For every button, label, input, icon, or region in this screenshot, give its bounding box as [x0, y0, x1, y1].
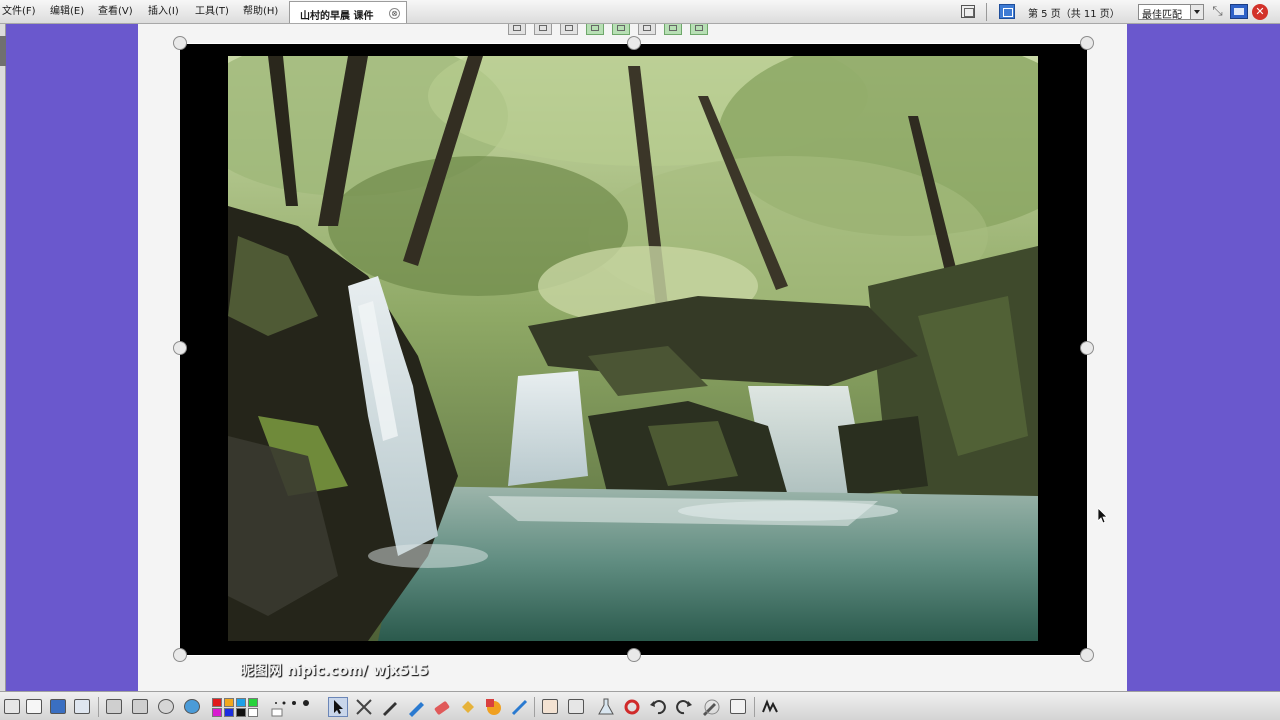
close-tab-icon[interactable]: ⊗: [389, 8, 400, 19]
layer-object-icon[interactable]: [638, 24, 656, 35]
flask-icon[interactable]: [596, 697, 616, 717]
page-thumbnails-icon[interactable]: [999, 4, 1015, 19]
mouse-cursor-icon: [1098, 508, 1108, 524]
record-icon[interactable]: [156, 697, 176, 717]
fullscreen-icon[interactable]: ⤡: [1210, 5, 1225, 19]
browser-icon[interactable]: [182, 697, 202, 717]
screen-capture-icon[interactable]: [540, 697, 560, 717]
color-black[interactable]: [236, 708, 246, 717]
next-page-icon[interactable]: [130, 697, 150, 717]
shapes-icon[interactable]: [484, 697, 504, 717]
resize-handle-top[interactable]: [627, 36, 641, 50]
line-width-icon[interactable]: [270, 697, 322, 717]
resize-handle-bottom-right[interactable]: [1080, 648, 1094, 662]
menu-bar: 文件(F) 编辑(E) 查看(V) 插入(I) 工具(T) 帮助(H) 山村的早…: [0, 0, 1280, 24]
keyboard-icon[interactable]: [728, 697, 748, 717]
tools-icon[interactable]: [72, 697, 92, 717]
menu-insert[interactable]: 插入(I): [148, 5, 179, 19]
resize-handle-left[interactable]: [173, 341, 187, 355]
toolbar-separator: [986, 3, 987, 21]
view-mode-icon[interactable]: [961, 5, 975, 18]
bottom-toolbar: [0, 691, 1280, 720]
shape-recognition-icon[interactable]: [354, 697, 374, 717]
menu-tools[interactable]: 工具(T): [195, 5, 229, 19]
toolbar-separator: [754, 697, 755, 717]
color-dark-blue[interactable]: [224, 708, 234, 717]
color-red[interactable]: [212, 698, 222, 707]
photo-watermark: 昵图网 nipic.com/ wjx515: [240, 663, 429, 679]
menu-help[interactable]: 帮助(H): [243, 5, 278, 19]
resize-handle-bottom[interactable]: [627, 648, 641, 662]
color-blue[interactable]: [236, 698, 246, 707]
notes-icon[interactable]: [24, 697, 44, 717]
gallery-icon[interactable]: [48, 697, 68, 717]
recorder-icon[interactable]: [566, 697, 586, 717]
highlighter-icon[interactable]: [406, 697, 426, 717]
previous-page-icon[interactable]: [104, 697, 124, 717]
toolbar-separator: [98, 697, 99, 717]
select-cursor-icon[interactable]: [328, 697, 348, 717]
resize-handle-top-right[interactable]: [1080, 36, 1094, 50]
object-toolbar: [508, 24, 708, 36]
document-tab[interactable]: 山村的早晨 课件 ⊗: [289, 1, 407, 23]
flip-object-icon[interactable]: [612, 24, 630, 35]
toolbar-separator: [534, 697, 535, 717]
rotate-object-icon[interactable]: [586, 24, 604, 35]
left-background-panel: [6, 24, 138, 691]
resize-handle-top-left[interactable]: [173, 36, 187, 50]
document-tab-title: 山村的早晨 课件: [300, 11, 374, 22]
color-palette[interactable]: [210, 697, 266, 717]
eraser-icon[interactable]: [432, 697, 452, 717]
menu-file[interactable]: 文件(F): [2, 5, 36, 19]
resize-handle-bottom-left[interactable]: [173, 648, 187, 662]
menu-view[interactable]: 查看(V): [98, 5, 133, 19]
redo-icon[interactable]: [674, 697, 694, 717]
menu-edit[interactable]: 编辑(E): [50, 5, 84, 19]
close-button[interactable]: ✕: [1252, 4, 1268, 20]
magic-pen-icon[interactable]: [510, 697, 530, 717]
color-orange[interactable]: [224, 698, 234, 707]
lock-object-icon[interactable]: [664, 24, 682, 35]
resize-handle-right[interactable]: [1080, 341, 1094, 355]
selected-image-frame[interactable]: 昵图网 nipic.com/ wjx515: [180, 43, 1087, 679]
page-indicator: 第 5 页（共 11 页）: [1028, 9, 1120, 20]
more-options-icon[interactable]: [690, 24, 708, 35]
color-magenta[interactable]: [212, 708, 222, 717]
delete-object-icon[interactable]: [508, 24, 526, 35]
edit-icon[interactable]: [700, 697, 720, 717]
color-white[interactable]: [248, 708, 258, 717]
copy-object-icon[interactable]: [534, 24, 552, 35]
zoom-select[interactable]: 最佳匹配: [1138, 4, 1204, 21]
start-menu-icon[interactable]: [2, 697, 22, 717]
pen-icon[interactable]: [380, 697, 400, 717]
undo-icon[interactable]: [648, 697, 668, 717]
zoom-select-value: 最佳匹配: [1142, 10, 1182, 21]
photo-illustration: [228, 56, 1038, 641]
crop-object-icon[interactable]: [560, 24, 578, 35]
chevron-down-icon[interactable]: [1190, 5, 1203, 19]
redo-loop-icon[interactable]: [622, 697, 642, 717]
right-background-panel: [1127, 24, 1280, 691]
recognize-icon[interactable]: [760, 697, 780, 717]
fill-icon[interactable]: [458, 697, 478, 717]
waterfall-forest-photo[interactable]: [228, 56, 1038, 641]
window-mode-icon[interactable]: [1230, 4, 1248, 19]
color-green[interactable]: [248, 698, 258, 707]
